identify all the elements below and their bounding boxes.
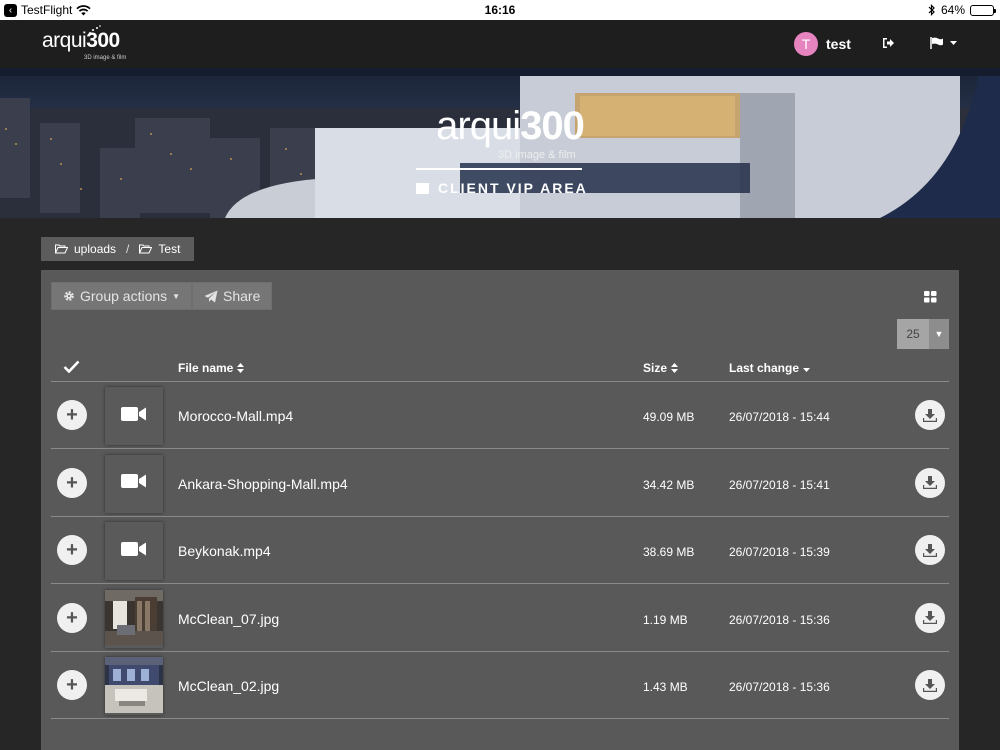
expand-plus-icon[interactable]: + [57,670,87,700]
header-logo[interactable]: arqui300 3D image & film [42,25,126,61]
group-actions-label: Group actions [80,288,168,304]
download-icon[interactable] [915,535,945,565]
group-actions-button[interactable]: Group actions ▼ [51,282,193,310]
column-size[interactable]: Size [643,361,679,375]
vip-square-icon [416,182,429,194]
clock: 16:16 [484,3,516,17]
image-thumbnail [105,657,163,715]
video-camera-icon [121,540,147,563]
paper-plane-icon [204,290,218,302]
logo-text: arqui300 [42,29,120,52]
hero-banner: arqui300 3D image & film CLIENT VIP AREA [0,68,1000,218]
expand-plus-icon[interactable]: + [57,400,87,430]
grid-view-icon[interactable] [924,290,937,308]
breadcrumb-test[interactable]: Test [158,242,180,256]
caret-down-icon: ▼ [929,319,949,349]
back-to-app-icon[interactable]: ‹ [4,3,17,17]
file-name[interactable]: Morocco-Mall.mp4 [178,408,293,424]
banner-logo-subtitle: 3D image & film [498,149,576,161]
video-camera-icon [121,472,147,495]
breadcrumb-uploads[interactable]: uploads [74,242,116,256]
vip-area-label: CLIENT VIP AREA [416,180,588,196]
image-thumbnail [105,589,163,648]
folder-open-icon [139,244,153,254]
column-last-change[interactable]: Last change [729,361,811,375]
file-date: 26/07/2018 - 15:36 [729,612,830,627]
app-navbar: arqui300 3D image & film T test [0,20,1000,68]
download-icon[interactable] [915,400,945,430]
breadcrumb-separator: / [126,242,130,256]
banner-logo: arqui300 3D image & film [410,104,610,161]
banner-divider [416,168,582,170]
expand-plus-icon[interactable]: + [57,602,87,633]
per-page-select[interactable]: 25 ▼ [897,319,949,349]
file-panel: Group actions ▼ Share 25 ▼ File name Siz… [41,270,959,750]
download-icon[interactable] [915,467,945,498]
per-page-value: 25 [897,319,929,349]
chevron-down-icon [950,41,957,45]
table-row[interactable]: + McClean_07.jpg 1.19 MB 26/07/2018 - 15:36 [51,585,949,652]
status-right: 64% [928,3,996,17]
table-row[interactable]: + McClean_02.jpg 1.43 MB 26/07/2018 - 15:36 [51,652,949,719]
status-left: ‹ TestFlight [4,3,91,17]
file-date: 26/07/2018 - 15:36 [729,680,830,694]
table-header: File name Size Last change [51,356,949,382]
file-name[interactable]: McClean_07.jpg [178,611,279,627]
caret-down-icon: ▼ [172,291,181,301]
expand-plus-icon[interactable]: + [57,535,87,565]
sort-desc-icon [803,368,811,372]
file-thumbnail[interactable] [105,589,163,648]
file-name[interactable]: McClean_02.jpg [178,678,279,694]
table-row[interactable]: + Beykonak.mp4 38.69 MB 26/07/2018 - 15:39 [51,517,949,584]
logo-sparkle-icon [89,25,101,34]
logout-icon[interactable] [882,36,895,54]
breadcrumb: uploads / Test [41,237,195,261]
file-thumbnail[interactable] [105,387,163,445]
file-size: 49.09 MB [643,410,695,424]
file-date: 26/07/2018 - 15:39 [729,545,830,559]
folder-open-icon [55,244,68,254]
column-file-name-label: File name [178,361,234,375]
wifi-icon [76,4,91,15]
expand-plus-icon[interactable]: + [57,467,87,498]
gear-icon [64,291,74,301]
file-name[interactable]: Beykonak.mp4 [178,543,271,559]
file-size: 38.69 MB [643,545,695,559]
table-row[interactable]: + Ankara-Shopping-Mall.mp4 34.42 MB 26/07/2… [51,450,949,517]
column-last-change-label: Last change [729,361,800,375]
file-size: 1.19 MB [643,612,688,627]
file-date: 26/07/2018 - 15:44 [729,410,830,424]
back-app-label[interactable]: TestFlight [21,3,72,17]
file-size: 34.42 MB [643,477,695,492]
download-icon[interactable] [915,602,945,633]
select-all-check-icon[interactable] [63,360,80,373]
column-size-label: Size [643,361,668,375]
file-thumbnail[interactable] [105,454,163,513]
vip-area-text: CLIENT VIP AREA [438,180,588,196]
sort-icon [671,363,679,373]
battery-icon [970,4,996,16]
language-flag-icon[interactable] [930,36,958,54]
file-thumbnail[interactable] [105,657,163,715]
file-thumbnail[interactable] [105,522,163,580]
table-row[interactable]: + Morocco-Mall.mp4 49.09 MB 26/07/2018 - 15… [51,382,949,449]
column-file-name[interactable]: File name [178,361,245,375]
share-label: Share [223,288,261,304]
user-menu[interactable]: T test [794,32,851,56]
battery-percent: 64% [940,3,965,17]
bluetooth-icon [928,4,935,16]
download-icon[interactable] [915,670,945,700]
username[interactable]: test [826,36,851,52]
file-date: 26/07/2018 - 15:41 [729,477,830,492]
logo-subtitle: 3D image & film [84,55,127,61]
ios-status-bar: ‹ TestFlight 16:16 64% [0,0,1000,20]
avatar[interactable]: T [794,32,818,56]
file-size: 1.43 MB [643,680,688,694]
banner-logo-text: arqui300 [436,104,585,148]
video-camera-icon [121,405,147,428]
share-button[interactable]: Share [192,282,273,310]
sort-icon [237,363,245,373]
file-name[interactable]: Ankara-Shopping-Mall.mp4 [178,476,348,492]
